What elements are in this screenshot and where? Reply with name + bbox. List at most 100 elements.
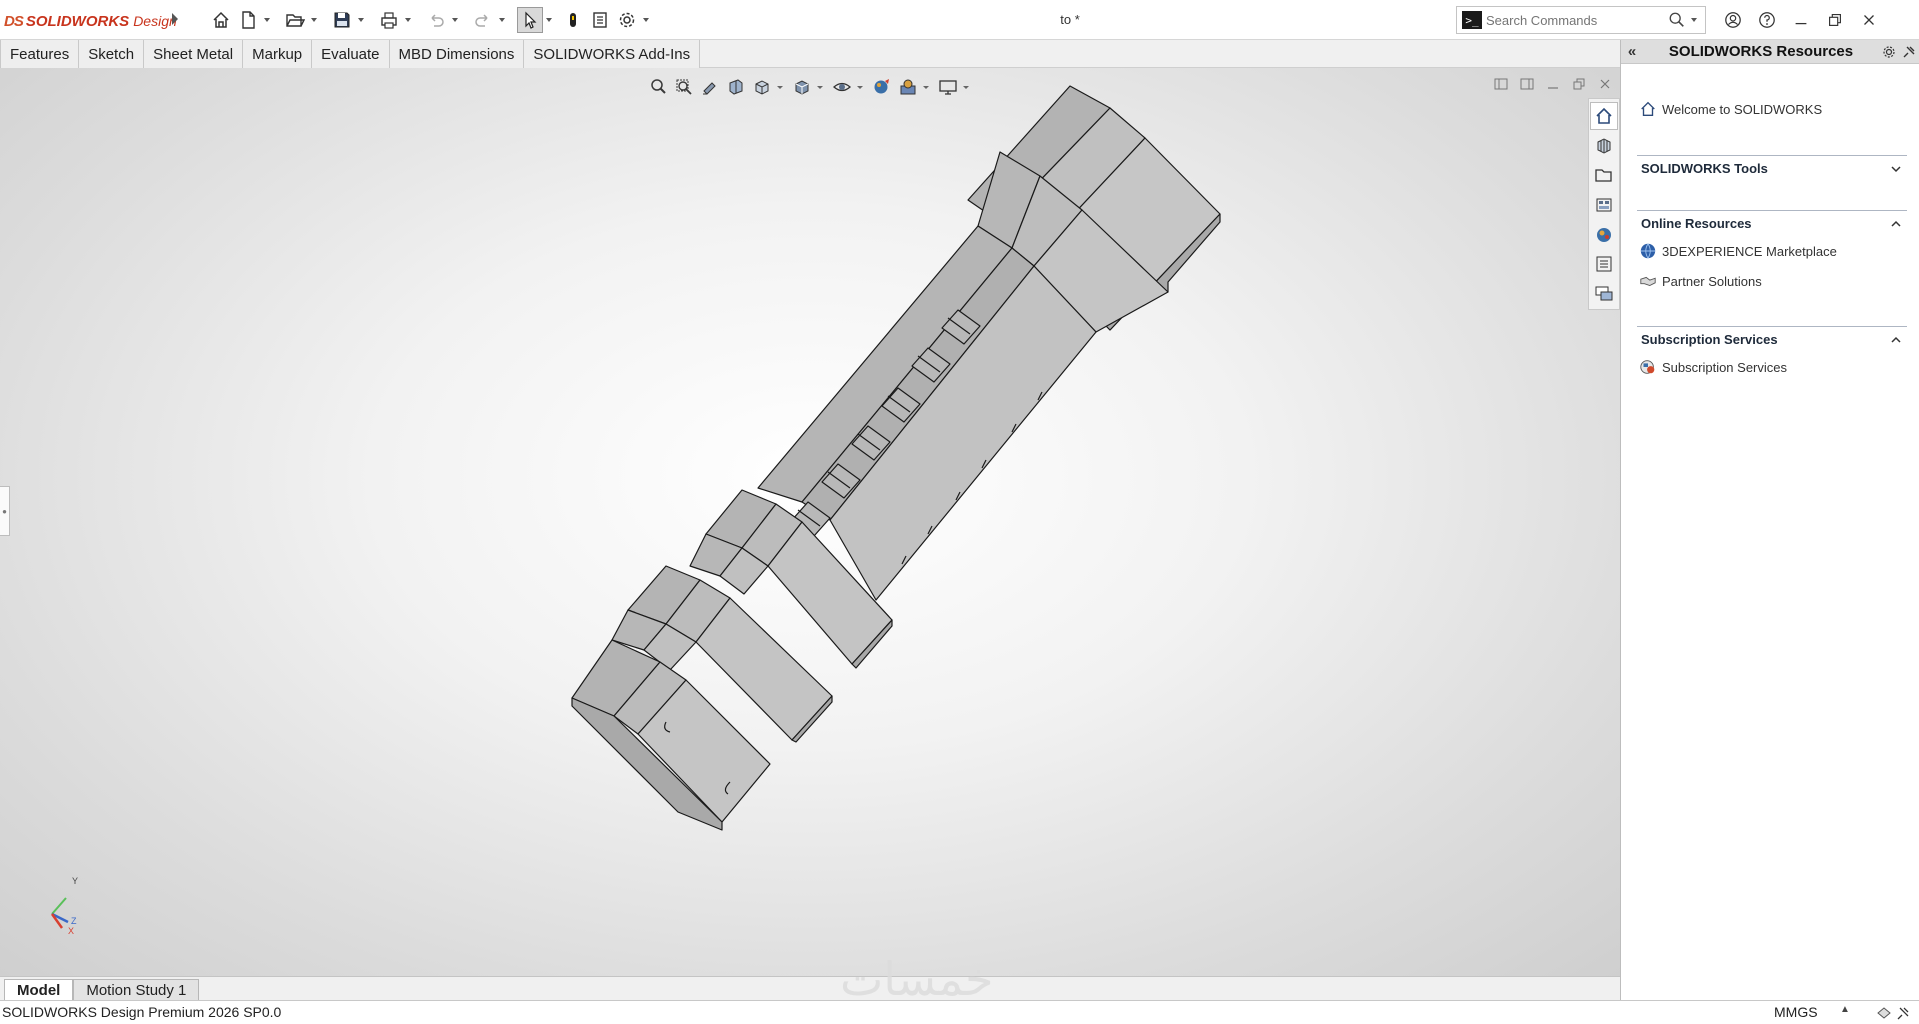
section-title: Subscription Services [1641, 332, 1778, 347]
section-view-icon[interactable] [724, 75, 748, 99]
section-header-solidworks-tools[interactable]: SOLIDWORKS Tools [1637, 155, 1907, 181]
handshake-icon [1640, 276, 1656, 286]
save-dropdown[interactable] [356, 7, 366, 33]
partner-solutions-link[interactable]: Partner Solutions [1637, 266, 1907, 296]
solidworks-logo[interactable]: DS SOLIDWORKS Design [4, 10, 177, 32]
item-label: Partner Solutions [1662, 273, 1762, 289]
status-icons [1876, 1005, 1916, 1021]
print-dropdown[interactable] [403, 7, 413, 33]
account-user-icon[interactable] [1716, 6, 1750, 34]
window-controls [1716, 6, 1886, 34]
save-icon[interactable] [329, 7, 355, 33]
view-palette-icon[interactable] [1590, 191, 1618, 219]
tab-mbd-dimensions[interactable]: MBD Dimensions [389, 40, 525, 68]
welcome-to-solidworks-link[interactable]: Welcome to SOLIDWORKS [1639, 100, 1822, 118]
file-explorer-icon[interactable] [1590, 161, 1618, 189]
tab-markup[interactable]: Markup [243, 40, 313, 68]
view-settings-dropdown[interactable] [962, 75, 970, 99]
chevron-down-icon[interactable] [1889, 162, 1903, 176]
file-properties-icon[interactable] [587, 7, 613, 33]
tab-sketch[interactable]: Sketch [79, 40, 145, 68]
resources-header: « SOLIDWORKS Resources [1621, 40, 1919, 64]
viewport-split-right-icon[interactable] [1514, 76, 1540, 92]
title-bar: DS SOLIDWORKS Design to * >_ Search Comm… [0, 0, 1919, 40]
design-library-icon[interactable] [1590, 132, 1618, 160]
minimize-window-icon[interactable] [1784, 6, 1818, 34]
view-orientation-dropdown[interactable] [776, 75, 784, 99]
view-settings-icon[interactable] [936, 75, 960, 99]
solidworks-resources-pane: « SOLIDWORKS Resources Welcome to SOLIDW… [1620, 40, 1919, 1000]
search-commands-box[interactable]: >_ [1456, 6, 1706, 34]
edit-appearance-icon[interactable] [870, 75, 894, 99]
rebuild-status-icon[interactable] [1876, 1005, 1892, 1021]
search-commands-input[interactable] [1486, 9, 1666, 31]
open-dropdown[interactable] [309, 7, 319, 33]
hide-show-dropdown[interactable] [856, 75, 864, 99]
unit-system-up-arrow-icon[interactable]: ▲ [1840, 1004, 1850, 1015]
new-dropdown[interactable] [262, 7, 272, 33]
tab-evaluate[interactable]: Evaluate [312, 40, 390, 68]
chevron-up-icon[interactable] [1889, 333, 1903, 347]
menu-flyout-arrow-icon[interactable] [172, 13, 178, 25]
viewport-minimize-icon[interactable] [1540, 76, 1566, 92]
pane-options-gear-icon[interactable] [1882, 45, 1896, 59]
tab-features[interactable]: Features [0, 40, 80, 68]
status-unit-system[interactable]: MMGS [1774, 1004, 1818, 1020]
pin-pane-icon[interactable] [1902, 45, 1916, 59]
help-icon[interactable] [1750, 6, 1784, 34]
options-gear-icon[interactable] [614, 7, 640, 33]
viewport-split-left-icon[interactable] [1488, 76, 1514, 92]
subscription-services-link[interactable]: Subscription Services [1637, 352, 1907, 382]
graphics-area[interactable]: ● Y Z X [0, 68, 1620, 976]
close-window-icon[interactable] [1852, 6, 1886, 34]
section-header-subscription-services[interactable]: Subscription Services [1637, 326, 1907, 352]
viewport-restore-icon[interactable] [1566, 76, 1592, 92]
tab-sheet-metal[interactable]: Sheet Metal [144, 40, 244, 68]
select-cursor-icon[interactable] [517, 7, 543, 33]
viewport-close-icon[interactable] [1592, 76, 1618, 92]
chevron-up-icon[interactable] [1889, 217, 1903, 231]
custom-properties-icon[interactable] [1590, 251, 1618, 279]
subscription-icon [1640, 360, 1655, 374]
view-orientation-icon[interactable] [750, 75, 774, 99]
search-dropdown[interactable] [1689, 10, 1699, 30]
resources-home-icon[interactable] [1590, 102, 1618, 130]
tab-motion-study-1[interactable]: Motion Study 1 [73, 979, 200, 1000]
section-header-online-resources[interactable]: Online Resources [1637, 210, 1907, 236]
pin-status-icon[interactable] [1896, 1005, 1912, 1021]
feature-manager-expand-handle[interactable]: ● [0, 486, 10, 536]
apply-scene-dropdown[interactable] [922, 75, 930, 99]
display-style-icon[interactable] [790, 75, 814, 99]
zoom-to-area-icon[interactable] [672, 75, 696, 99]
zoom-to-fit-icon[interactable] [646, 75, 670, 99]
hide-show-items-icon[interactable] [830, 75, 854, 99]
undo-dropdown[interactable] [450, 7, 460, 33]
home-icon[interactable] [208, 7, 234, 33]
viewport-window-buttons [1488, 76, 1618, 92]
apply-scene-icon[interactable] [896, 75, 920, 99]
open-folder-icon[interactable] [282, 7, 308, 33]
rebuild-icon[interactable] [560, 7, 586, 33]
3dexperience-marketplace-link[interactable]: 3DEXPERIENCE Marketplace [1637, 236, 1907, 266]
options-dropdown[interactable] [641, 7, 651, 33]
search-icon[interactable] [1668, 11, 1686, 29]
redo-icon[interactable] [470, 7, 496, 33]
previous-view-icon[interactable] [698, 75, 722, 99]
redo-dropdown[interactable] [497, 7, 507, 33]
3d-model[interactable] [0, 68, 1620, 976]
reference-triad: Y Z X [50, 876, 78, 934]
undo-icon[interactable] [423, 7, 449, 33]
appearances-icon[interactable] [1590, 221, 1618, 249]
select-dropdown[interactable] [544, 7, 554, 33]
tab-solidworks-add-ins[interactable]: SOLIDWORKS Add-Ins [524, 40, 701, 68]
forum-icon[interactable] [1590, 280, 1618, 308]
collapse-pane-icon[interactable]: « [1621, 43, 1643, 60]
resources-title: SOLIDWORKS Resources [1668, 43, 1854, 60]
print-icon[interactable] [376, 7, 402, 33]
watermark-logo: خمسات [840, 952, 994, 1006]
document-title: to * [1060, 12, 1080, 27]
tab-model[interactable]: Model [4, 979, 74, 1000]
display-style-dropdown[interactable] [816, 75, 824, 99]
new-document-icon[interactable] [235, 7, 261, 33]
restore-window-icon[interactable] [1818, 6, 1852, 34]
